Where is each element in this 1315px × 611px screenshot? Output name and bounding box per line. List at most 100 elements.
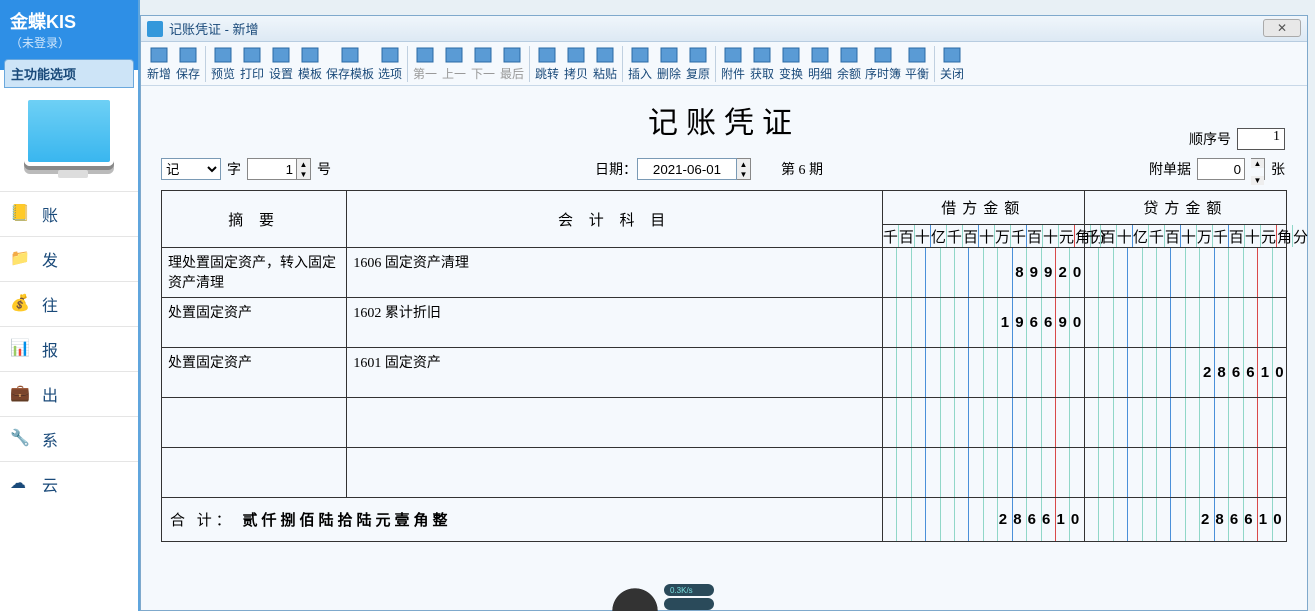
balance2-button[interactable]: 平衡 (903, 45, 931, 83)
seq-label: 顺序号 (1189, 129, 1231, 149)
preview-icon (213, 46, 233, 64)
paste-button[interactable]: 粘贴 (591, 45, 619, 83)
insert-icon (630, 46, 650, 64)
sidebar-item-1[interactable]: 📁发 (0, 236, 138, 281)
voucher-table: 摘 要 会 计 科 目 借方金额 贷方金额 千百十亿千百十万千百十元角分千百十亿… (161, 190, 1287, 542)
debit-cell[interactable] (882, 398, 1084, 448)
no-spinner[interactable]: ▲▼ (297, 158, 311, 180)
voucher-window: 记账凭证 - 新增 ✕ 新增保存预览打印设置模板保存模板选项第一上一下一最后跳转… (140, 15, 1308, 611)
entry-row[interactable] (162, 448, 1287, 498)
credit-cell[interactable] (1084, 298, 1286, 348)
col-subject: 会 计 科 目 (347, 191, 883, 248)
goto-icon (537, 46, 557, 64)
goto-button[interactable]: 跳转 (533, 45, 561, 83)
subject-cell[interactable]: 1606 固定资产清理 (347, 248, 883, 298)
seq-value: 1 (1237, 128, 1285, 150)
balance-icon (839, 46, 859, 64)
first-button: 第一 (411, 45, 439, 83)
subject-cell[interactable]: 1602 累计折旧 (347, 298, 883, 348)
sidebar-item-2[interactable]: 💰往 (0, 281, 138, 326)
debit-cell[interactable] (882, 348, 1084, 398)
balance2-icon (907, 46, 927, 64)
entry-row[interactable] (162, 398, 1287, 448)
summary-cell[interactable]: 处置固定资产 (162, 298, 347, 348)
sidebar-item-5[interactable]: 🔧系 (0, 416, 138, 461)
debit-cell[interactable]: 196690 (882, 298, 1084, 348)
credit-cell[interactable] (1084, 448, 1286, 498)
entry-row[interactable]: 理处置固定资产，转入固定资产清理1606 固定资产清理89920 (162, 248, 1287, 298)
app-subtitle: （未登录） (0, 34, 138, 57)
voucher-type-select[interactable]: 记 (161, 158, 221, 180)
detail-icon (810, 46, 830, 64)
delete-button[interactable]: 删除 (655, 45, 683, 83)
summary-cell[interactable]: 处置固定资产 (162, 348, 347, 398)
period-label: 第 6 期 (781, 159, 823, 179)
col-debit: 借方金额 (882, 191, 1084, 225)
col-credit: 贷方金额 (1084, 191, 1286, 225)
detail-button[interactable]: 明细 (806, 45, 834, 83)
total-text: 贰仟捌佰陆拾陆元壹角整 (243, 513, 452, 529)
paste-icon (595, 46, 615, 64)
attach-label: 附单据 (1149, 159, 1191, 179)
sidebar-icon: ☁ (10, 473, 34, 495)
insert-button[interactable]: 插入 (626, 45, 654, 83)
sidebar-item-3[interactable]: 📊报 (0, 326, 138, 371)
titlebar: 记账凭证 - 新增 ✕ (141, 16, 1307, 42)
main-function-tab[interactable]: 主功能选项 (4, 59, 134, 88)
attach-button[interactable]: 附件 (719, 45, 747, 83)
voucher-no-input[interactable] (247, 158, 297, 180)
sidebar-icon: 📒 (10, 203, 34, 225)
entry-row[interactable]: 处置固定资产1602 累计折旧196690 (162, 298, 1287, 348)
sidebar-icon: 📊 (10, 338, 34, 360)
voucher-title: 记账凭证 (161, 94, 1287, 152)
summary-cell[interactable] (162, 398, 347, 448)
prev-button: 上一 (440, 45, 468, 83)
template-icon (300, 46, 320, 64)
total-credit: 286610 (1084, 498, 1286, 542)
sidebar-item-0[interactable]: 📒账 (0, 191, 138, 236)
entry-row[interactable]: 处置固定资产1601 固定资产 286610 (162, 348, 1287, 398)
sidebar-item-6[interactable]: ☁云 (0, 461, 138, 506)
new-button[interactable]: 新增 (145, 45, 173, 83)
gauge-icon (610, 583, 660, 611)
credit-cell[interactable] (1084, 398, 1286, 448)
summary-cell[interactable]: 理处置固定资产，转入固定资产清理 (162, 248, 347, 298)
transform-button[interactable]: 变换 (777, 45, 805, 83)
sidebar-icon: 💰 (10, 293, 34, 315)
options-button[interactable]: 选项 (376, 45, 404, 83)
restore-button[interactable]: 复原 (684, 45, 712, 83)
preview-button[interactable]: 预览 (209, 45, 237, 83)
setup-button[interactable]: 设置 (267, 45, 295, 83)
subject-cell[interactable] (347, 398, 883, 448)
sidebar-item-4[interactable]: 💼出 (0, 371, 138, 416)
print-icon (242, 46, 262, 64)
attach-spinner[interactable]: ▲▼ (1251, 158, 1265, 180)
fetch-button[interactable]: 获取 (748, 45, 776, 83)
save-template-button[interactable]: 保存模板 (325, 45, 375, 83)
copy-button[interactable]: 拷贝 (562, 45, 590, 83)
date-spinner[interactable]: ▲▼ (737, 158, 751, 180)
journal-button[interactable]: 序时簿 (864, 45, 902, 83)
close-button[interactable]: 关闭 (938, 45, 966, 83)
app-sidebar: 金蝶KIS （未登录） 主功能选项 📒账📁发💰往📊报💼出🔧系☁云 (0, 0, 140, 611)
copy-icon (566, 46, 586, 64)
subject-cell[interactable]: 1601 固定资产 (347, 348, 883, 398)
first-icon (415, 46, 435, 64)
col-summary: 摘 要 (162, 191, 347, 248)
debit-cell[interactable]: 89920 (882, 248, 1084, 298)
app-icon (147, 21, 163, 37)
subject-cell[interactable] (347, 448, 883, 498)
balance-button[interactable]: 余额 (835, 45, 863, 83)
credit-cell[interactable] (1084, 248, 1286, 298)
summary-cell[interactable] (162, 448, 347, 498)
template-button[interactable]: 模板 (296, 45, 324, 83)
credit-cell[interactable]: 286610 (1084, 348, 1286, 398)
attach-input[interactable] (1197, 158, 1245, 180)
save-button[interactable]: 保存 (174, 45, 202, 83)
total-cell: 合 计： 贰仟捌佰陆拾陆元壹角整 (162, 498, 883, 542)
print-button[interactable]: 打印 (238, 45, 266, 83)
close-icon[interactable]: ✕ (1263, 19, 1301, 37)
debit-cell[interactable] (882, 448, 1084, 498)
date-input[interactable] (637, 158, 737, 180)
app-title: 金蝶KIS (0, 0, 138, 34)
